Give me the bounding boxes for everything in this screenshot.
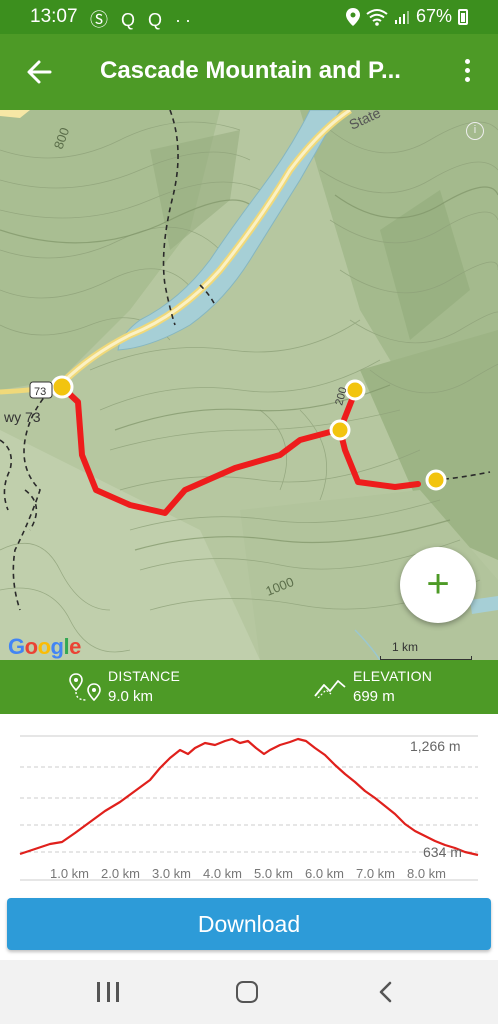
distance-label: DISTANCE: [108, 668, 181, 684]
km-tick-label: 6.0 km: [305, 866, 345, 881]
notification-icons: Ⓢ Q Q ··: [90, 10, 195, 30]
status-time: 13:07: [30, 6, 78, 27]
km-tick-label: 1.0 km: [50, 866, 90, 881]
km-tick-label: 7.0 km: [356, 866, 396, 881]
signal-icon: [394, 10, 409, 24]
elevation-max-label: 1,266 m: [410, 738, 461, 754]
system-back-button[interactable]: [376, 981, 398, 1003]
arrow-left-icon: [27, 60, 52, 84]
road-sign-label: 73: [34, 386, 46, 398]
elevation-value: 699 m: [353, 688, 395, 705]
distance-stat: DISTANCE 9.0 km: [108, 668, 180, 705]
map-scale-label: 1 km: [392, 640, 419, 654]
battery-percent: 67%: [415, 6, 452, 26]
elevation-label: ELEVATION: [353, 668, 433, 684]
elevation-chart[interactable]: 1,266 m 634 m 1.0 km 2.0 km 3.0 km 4.0 k…: [0, 714, 498, 892]
info-icon[interactable]: i: [466, 122, 484, 140]
trail-map[interactable]: 73 wy 73 800 State 1000 200 i Google 1 k…: [0, 110, 498, 660]
recent-apps-icon: [97, 982, 100, 1002]
km-tick-label: 8.0 km: [407, 866, 447, 881]
overflow-menu-button[interactable]: [455, 56, 479, 90]
chart-gridlines: [20, 735, 478, 881]
download-button[interactable]: Download: [7, 898, 491, 950]
page-title: Cascade Mountain and P...: [100, 57, 401, 84]
km-tick-label: 4.0 km: [203, 866, 243, 881]
add-button[interactable]: +: [400, 547, 476, 623]
app-bar: Cascade Mountain and P...: [0, 34, 498, 110]
distance-value: 9.0 km: [108, 688, 154, 705]
km-tick-label: 5.0 km: [254, 866, 294, 881]
trail-stats-bar: DISTANCE 9.0 km ELEVATION 699 m: [0, 660, 498, 714]
km-tick-label: 3.0 km: [152, 866, 192, 881]
google-logo: Google: [8, 634, 81, 659]
elevation-stat: ELEVATION 699 m: [353, 668, 432, 705]
location-icon: [345, 7, 360, 26]
wifi-icon: [366, 8, 388, 26]
back-button[interactable]: [22, 54, 58, 90]
system-nav-bar: [0, 960, 498, 1024]
distance-pins-icon: [69, 673, 101, 702]
home-button[interactable]: [236, 981, 258, 1003]
chevron-left-icon: [379, 981, 392, 1003]
elevation-profile-line: [19, 737, 479, 857]
battery-icon: [458, 8, 468, 25]
more-vert-icon: [464, 59, 470, 64]
status-right-icons: 67%: [345, 6, 468, 27]
recent-apps-button[interactable]: [97, 982, 119, 1002]
elevation-trend-icon: [314, 680, 346, 698]
km-tick-label: 2.0 km: [101, 866, 141, 881]
elevation-min-label: 634 m: [423, 844, 462, 860]
highway-label: wy 73: [3, 409, 41, 425]
status-bar: 13:07 Ⓢ Q Q ·· 67%: [0, 0, 498, 34]
